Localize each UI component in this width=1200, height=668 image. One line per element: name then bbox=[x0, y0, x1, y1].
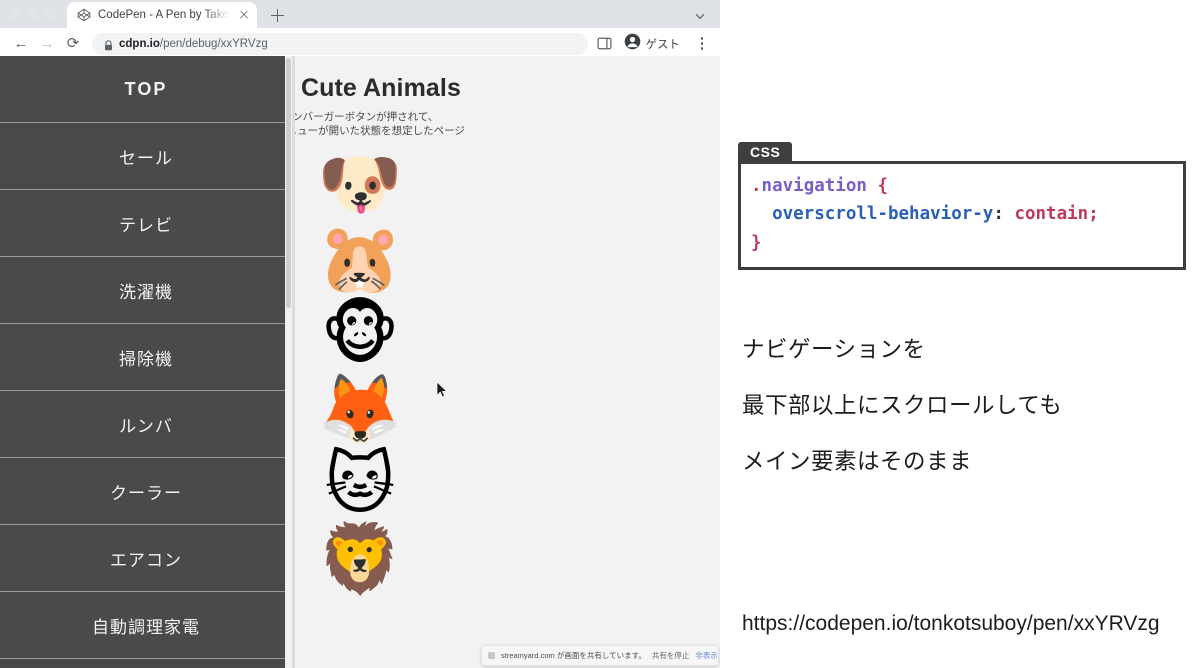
minimize-window-button[interactable] bbox=[27, 9, 38, 20]
side-panel-icon[interactable] bbox=[594, 33, 616, 55]
screenshot-root: CodePen - A Pen by Takeshi K ← → ⟳ bbox=[0, 0, 1200, 668]
profile-button[interactable]: ゲスト bbox=[620, 31, 689, 57]
codepen-icon bbox=[77, 8, 91, 22]
nav-item-tv[interactable]: テレビ bbox=[0, 190, 292, 257]
mouse-cursor bbox=[436, 381, 448, 399]
navigation-drawer[interactable]: TOP セール テレビ 洗濯機 掃除機 ルンバ クーラー エアコン 自動調理家電 bbox=[0, 56, 292, 668]
tab-title: CodePen - A Pen by Takeshi K bbox=[98, 9, 230, 21]
lock-icon bbox=[104, 38, 113, 51]
page-viewport: My Cute Animals ハンバーガーボタンが押されて、 左側メニューが開… bbox=[0, 56, 720, 668]
slide-caption-line-3: メイン要素はそのまま bbox=[742, 449, 973, 474]
browser-window: CodePen - A Pen by Takeshi K ← → ⟳ bbox=[0, 0, 720, 668]
slide-caption-line-1: ナビゲーションを bbox=[742, 337, 926, 362]
close-window-button[interactable] bbox=[10, 9, 21, 20]
profile-name: ゲスト bbox=[645, 38, 681, 51]
avatar bbox=[624, 33, 641, 55]
tab-strip: CodePen - A Pen by Takeshi K bbox=[0, 0, 720, 28]
animal-emoji-fox: 🦊 bbox=[317, 370, 403, 447]
new-tab-button[interactable] bbox=[263, 2, 291, 28]
nav-item-washer[interactable]: 洗濯機 bbox=[0, 257, 292, 324]
code-language-tab: CSS bbox=[738, 142, 793, 162]
nav-item-aircon[interactable]: エアコン bbox=[0, 525, 292, 592]
back-button[interactable]: ← bbox=[8, 31, 34, 57]
share-status-icon bbox=[488, 652, 495, 659]
code-close-brace: } bbox=[751, 232, 762, 253]
navigation-edge-shadow bbox=[292, 56, 295, 668]
animal-emoji-monkey: 🐵 bbox=[320, 295, 400, 372]
slide-panel: CSS .navigation { overscroll-behavior-y:… bbox=[720, 0, 1200, 668]
forward-button[interactable]: → bbox=[34, 31, 60, 57]
address-bar[interactable]: cdpn.io/pen/debug/xxYRVzg bbox=[92, 32, 588, 55]
nav-item-roomba[interactable]: ルンバ bbox=[0, 391, 292, 458]
maximize-window-button[interactable] bbox=[44, 9, 55, 20]
code-content: .navigation { overscroll-behavior-y: con… bbox=[738, 161, 1186, 271]
close-icon[interactable] bbox=[237, 8, 251, 22]
animal-emoji-hamster: 🐹 bbox=[317, 220, 403, 297]
nav-item-sale[interactable]: セール bbox=[0, 123, 292, 190]
url-text: cdpn.io/pen/debug/xxYRVzg bbox=[119, 38, 268, 50]
share-message: streamyard.com が画面を共有しています。 bbox=[501, 651, 646, 660]
toolbar-right-group: ゲスト bbox=[594, 31, 713, 57]
hide-sharing-bar-button[interactable]: 非表示 bbox=[695, 650, 718, 661]
url-domain: cdpn.io bbox=[119, 37, 160, 50]
url-path: /pen/debug/xxYRVzg bbox=[159, 37, 268, 50]
screen-share-notification: streamyard.com が画面を共有しています。 共有を停止 非表示 bbox=[481, 645, 719, 666]
nav-item-cooler[interactable]: クーラー bbox=[0, 458, 292, 525]
nav-item-vacuum[interactable]: 掃除機 bbox=[0, 324, 292, 391]
code-open-brace: { bbox=[877, 176, 888, 196]
stop-sharing-button[interactable]: 共有を停止 bbox=[652, 650, 690, 661]
navigation-scrollbar[interactable] bbox=[285, 56, 292, 668]
code-property: overscroll-behavior-y bbox=[772, 204, 994, 225]
browser-tab[interactable]: CodePen - A Pen by Takeshi K bbox=[67, 2, 257, 28]
reload-button[interactable]: ⟳ bbox=[60, 31, 86, 57]
navigation-scrollbar-thumb[interactable] bbox=[286, 58, 291, 308]
code-selector: navigation bbox=[761, 176, 867, 196]
chevron-down-icon[interactable] bbox=[694, 9, 706, 21]
kebab-menu-icon[interactable] bbox=[692, 37, 712, 50]
nav-item-auto-cooker[interactable]: 自動調理家電 bbox=[0, 592, 292, 659]
code-dot: . bbox=[751, 176, 762, 196]
window-controls bbox=[0, 9, 65, 28]
animal-emoji-cat: 🐱 bbox=[324, 445, 396, 522]
animal-emoji-lion: 🦁 bbox=[317, 520, 403, 597]
animal-emoji-dog: 🐶 bbox=[317, 145, 403, 222]
slide-caption-line-2: 最下部以上にスクロールしても bbox=[742, 393, 1063, 418]
code-value: contain bbox=[1014, 204, 1089, 225]
code-colon: : bbox=[993, 204, 1004, 225]
css-code-block: CSS .navigation { overscroll-behavior-y:… bbox=[738, 142, 1186, 271]
code-semicolon: ; bbox=[1088, 204, 1099, 225]
codepen-permalink: https://codepen.io/tonkotsuboy/pen/xxYRV… bbox=[742, 612, 1160, 635]
nav-item-top[interactable]: TOP bbox=[0, 56, 292, 123]
